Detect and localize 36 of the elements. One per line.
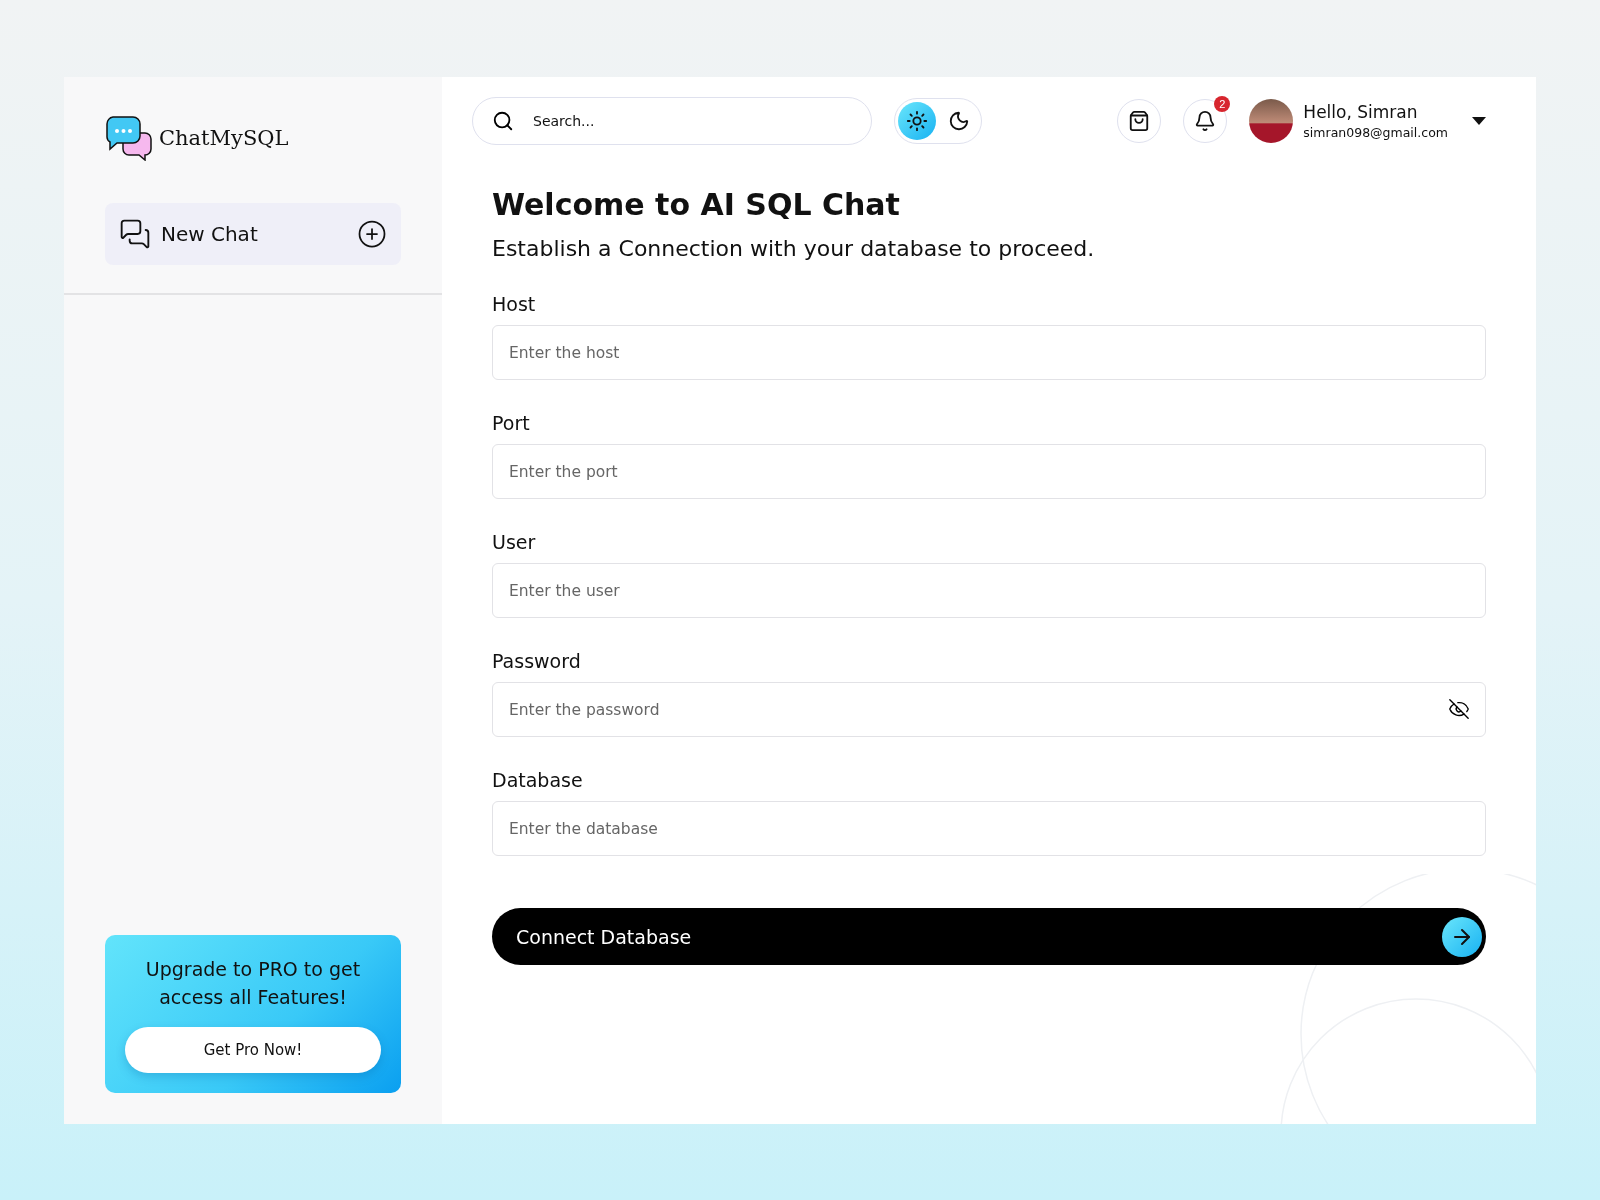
avatar-placeholder [1249, 99, 1294, 143]
user-greeting: Hello, Simran [1303, 102, 1419, 122]
field-label: User [492, 531, 537, 553]
upgrade-text: Upgrade to PRO to get access all Features! [144, 957, 362, 1010]
moon-icon [948, 110, 970, 132]
notifications-button[interactable]: 2 [1183, 99, 1228, 143]
field-label: Host [492, 293, 537, 315]
input-field[interactable]: Enter the port [492, 444, 1486, 499]
new-chat-button[interactable]: New Chat [105, 203, 401, 265]
plus-circle-icon [357, 219, 387, 249]
input-field[interactable]: Enter the database [492, 801, 1486, 856]
user-email: simran098@gmail.com [1303, 125, 1448, 140]
field-label: Database [492, 769, 584, 791]
bell-icon [1194, 110, 1217, 132]
app-logo-text: ChatMySQL [159, 126, 289, 150]
search-icon [492, 110, 514, 132]
arrow-right-icon [1442, 916, 1482, 957]
input-field[interactable]: Enter the host [492, 325, 1486, 380]
sun-icon [906, 110, 928, 132]
page-subtitle: Establish a Connection with your database to proceed. [492, 236, 1096, 261]
light-mode-button[interactable] [898, 102, 936, 140]
notification-count: 2 [1214, 96, 1231, 112]
search-field[interactable]: Search... [472, 97, 872, 145]
page-title: Welcome to AI SQL Chat [492, 187, 901, 222]
chat-bubbles-logo-icon [105, 115, 153, 161]
field-label: Password [492, 650, 582, 672]
input-field[interactable]: Enter the user [492, 563, 1486, 618]
chat-bubbles-icon [119, 218, 151, 250]
connect-database-button[interactable]: Connect Database [492, 908, 1486, 965]
caret-icon [1472, 117, 1486, 125]
shopping-bag-icon [1128, 110, 1151, 132]
get-pro-button[interactable]: Get Pro Now! [125, 1027, 381, 1073]
password-field[interactable]: Enter the password [492, 682, 1486, 737]
eye-off-icon[interactable] [1448, 698, 1470, 720]
field-label: Port [492, 412, 531, 434]
shopping-bag-button[interactable] [1117, 99, 1162, 143]
